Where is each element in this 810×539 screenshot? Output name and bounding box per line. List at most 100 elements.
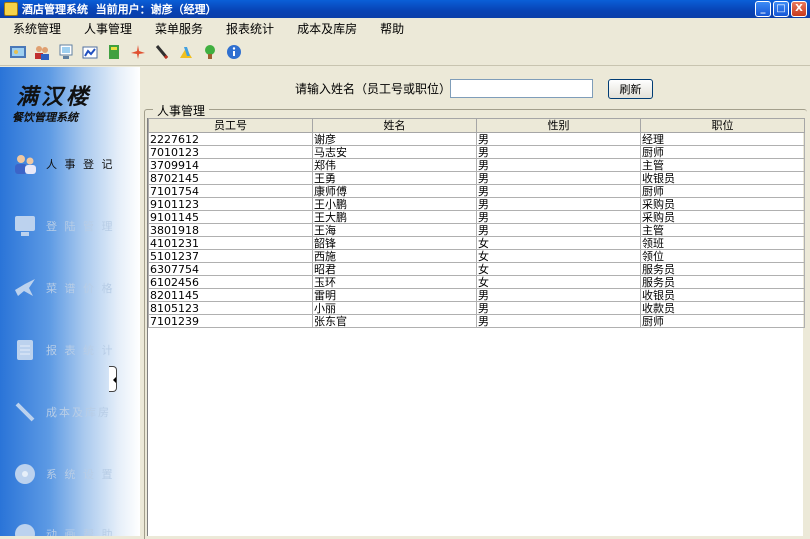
table-row[interactable]: 7101754 康师傅男厨师 bbox=[148, 184, 805, 198]
sidebar-item-menu-prices[interactable]: 菜 谱 价 格 bbox=[12, 273, 132, 303]
cell-employee-id[interactable]: 8105123 bbox=[148, 301, 313, 315]
cell-name[interactable]: 康师傅 bbox=[312, 184, 477, 198]
table-row[interactable]: 7101239 张东官男厨师 bbox=[148, 314, 805, 328]
sidebar-item-cost-inventory[interactable]: 成本及库房 bbox=[12, 397, 132, 427]
table-row[interactable]: 8201145 雷明男收银员 bbox=[148, 288, 805, 302]
cell-name[interactable]: 玉环 bbox=[312, 275, 477, 289]
cell-employee-id[interactable]: 6102456 bbox=[148, 275, 313, 289]
menu-menu-service[interactable]: 菜单服务 bbox=[142, 20, 213, 37]
cell-position[interactable]: 领位 bbox=[640, 249, 805, 263]
cell-employee-id[interactable]: 9101145 bbox=[148, 210, 313, 224]
menu-reports[interactable]: 报表统计 bbox=[213, 20, 284, 37]
cell-gender[interactable]: 男 bbox=[476, 210, 641, 224]
photo-icon[interactable] bbox=[9, 43, 27, 61]
table-row[interactable]: 4101231 韶锋女领班 bbox=[148, 236, 805, 250]
sidebar-collapse-handle[interactable] bbox=[109, 366, 117, 392]
cell-employee-id[interactable]: 7010123 bbox=[148, 145, 313, 159]
cell-name[interactable]: 西施 bbox=[312, 249, 477, 263]
cell-position[interactable]: 采购员 bbox=[640, 210, 805, 224]
plane-icon[interactable] bbox=[129, 43, 147, 61]
cell-gender[interactable]: 女 bbox=[476, 236, 641, 250]
cell-name[interactable]: 王小鹏 bbox=[312, 197, 477, 211]
menu-cost-inventory[interactable]: 成本及库房 bbox=[284, 20, 367, 37]
pen-icon[interactable] bbox=[153, 43, 171, 61]
sidebar-item-animation-help[interactable]: 动 画 帮 助 bbox=[12, 519, 132, 536]
close-button[interactable]: X bbox=[791, 1, 807, 17]
cell-name[interactable]: 张东官 bbox=[312, 314, 477, 328]
table-row[interactable]: 3709914 郑伟男主管 bbox=[148, 158, 805, 172]
cell-employee-id[interactable]: 7101239 bbox=[148, 314, 313, 328]
cell-gender[interactable]: 男 bbox=[476, 288, 641, 302]
cell-name[interactable]: 马志安 bbox=[312, 145, 477, 159]
column-header-name[interactable]: 姓名 bbox=[312, 118, 477, 133]
cell-employee-id[interactable]: 3801918 bbox=[148, 223, 313, 237]
table-row[interactable]: 8105123 小丽男收款员 bbox=[148, 301, 805, 315]
chart-icon[interactable] bbox=[81, 43, 99, 61]
table-row[interactable]: 2227612 谢彦男经理 bbox=[148, 132, 805, 146]
search-input[interactable] bbox=[450, 79, 593, 98]
cell-position[interactable]: 主管 bbox=[640, 158, 805, 172]
cell-position[interactable]: 厨师 bbox=[640, 314, 805, 328]
cell-employee-id[interactable]: 6307754 bbox=[148, 262, 313, 276]
book-icon[interactable] bbox=[105, 43, 123, 61]
menu-help[interactable]: 帮助 bbox=[367, 20, 414, 37]
cell-position[interactable]: 服务员 bbox=[640, 275, 805, 289]
cell-gender[interactable]: 男 bbox=[476, 171, 641, 185]
cell-name[interactable]: 雷明 bbox=[312, 288, 477, 302]
menu-system[interactable]: 系统管理 bbox=[0, 20, 71, 37]
cell-name[interactable]: 王勇 bbox=[312, 171, 477, 185]
table-row[interactable]: 8702145 王勇男收银员 bbox=[148, 171, 805, 185]
cell-employee-id[interactable]: 2227612 bbox=[148, 132, 313, 146]
cell-name[interactable]: 昭君 bbox=[312, 262, 477, 276]
column-header-gender[interactable]: 性别 bbox=[476, 118, 641, 133]
cell-gender[interactable]: 男 bbox=[476, 197, 641, 211]
cell-position[interactable]: 领班 bbox=[640, 236, 805, 250]
table-row[interactable]: 6102456 玉环女服务员 bbox=[148, 275, 805, 289]
cell-name[interactable]: 王海 bbox=[312, 223, 477, 237]
sidebar-item-login-management[interactable]: 登 陆 管 理 bbox=[12, 211, 132, 241]
cell-name[interactable]: 韶锋 bbox=[312, 236, 477, 250]
cell-name[interactable]: 王大鹏 bbox=[312, 210, 477, 224]
cell-position[interactable]: 采购员 bbox=[640, 197, 805, 211]
minimize-button[interactable]: _ bbox=[755, 1, 771, 17]
cell-employee-id[interactable]: 8201145 bbox=[148, 288, 313, 302]
cell-gender[interactable]: 女 bbox=[476, 275, 641, 289]
table-row[interactable]: 7010123 马志安男厨师 bbox=[148, 145, 805, 159]
monitor-icon[interactable] bbox=[57, 43, 75, 61]
cell-name[interactable]: 小丽 bbox=[312, 301, 477, 315]
table-row[interactable]: 5101237 西施女领位 bbox=[148, 249, 805, 263]
cell-position[interactable]: 收银员 bbox=[640, 171, 805, 185]
cell-name[interactable]: 郑伟 bbox=[312, 158, 477, 172]
info-icon[interactable] bbox=[225, 43, 243, 61]
cell-position[interactable]: 服务员 bbox=[640, 262, 805, 276]
cell-employee-id[interactable]: 5101237 bbox=[148, 249, 313, 263]
cell-gender[interactable]: 男 bbox=[476, 223, 641, 237]
cell-gender[interactable]: 女 bbox=[476, 262, 641, 276]
menu-personnel[interactable]: 人事管理 bbox=[71, 20, 142, 37]
column-header-position[interactable]: 职位 bbox=[640, 118, 805, 133]
cell-employee-id[interactable]: 8702145 bbox=[148, 171, 313, 185]
users-icon[interactable] bbox=[33, 43, 51, 61]
cell-gender[interactable]: 男 bbox=[476, 158, 641, 172]
column-header-employee-id[interactable]: 员工号 bbox=[148, 118, 313, 133]
table-row[interactable]: 9101123 王小鹏男采购员 bbox=[148, 197, 805, 211]
maximize-button[interactable]: □ bbox=[773, 1, 789, 17]
cell-gender[interactable]: 男 bbox=[476, 132, 641, 146]
plant-icon[interactable] bbox=[201, 43, 219, 61]
cell-employee-id[interactable]: 4101231 bbox=[148, 236, 313, 250]
cell-employee-id[interactable]: 9101123 bbox=[148, 197, 313, 211]
sidebar-item-personnel-registration[interactable]: 人 事 登 记 bbox=[12, 149, 132, 179]
table-row[interactable]: 3801918 王海男主管 bbox=[148, 223, 805, 237]
cell-gender[interactable]: 女 bbox=[476, 249, 641, 263]
cell-position[interactable]: 收款员 bbox=[640, 301, 805, 315]
cell-position[interactable]: 收银员 bbox=[640, 288, 805, 302]
cell-position[interactable]: 经理 bbox=[640, 132, 805, 146]
cell-gender[interactable]: 男 bbox=[476, 314, 641, 328]
table-row[interactable]: 9101145 王大鹏男采购员 bbox=[148, 210, 805, 224]
cell-position[interactable]: 主管 bbox=[640, 223, 805, 237]
table-row[interactable]: 6307754 昭君女服务员 bbox=[148, 262, 805, 276]
sidebar-item-system-settings[interactable]: 系 统 设 置 bbox=[12, 459, 132, 489]
cell-employee-id[interactable]: 7101754 bbox=[148, 184, 313, 198]
cell-gender[interactable]: 男 bbox=[476, 184, 641, 198]
refresh-button[interactable]: 刷新 bbox=[608, 79, 653, 99]
